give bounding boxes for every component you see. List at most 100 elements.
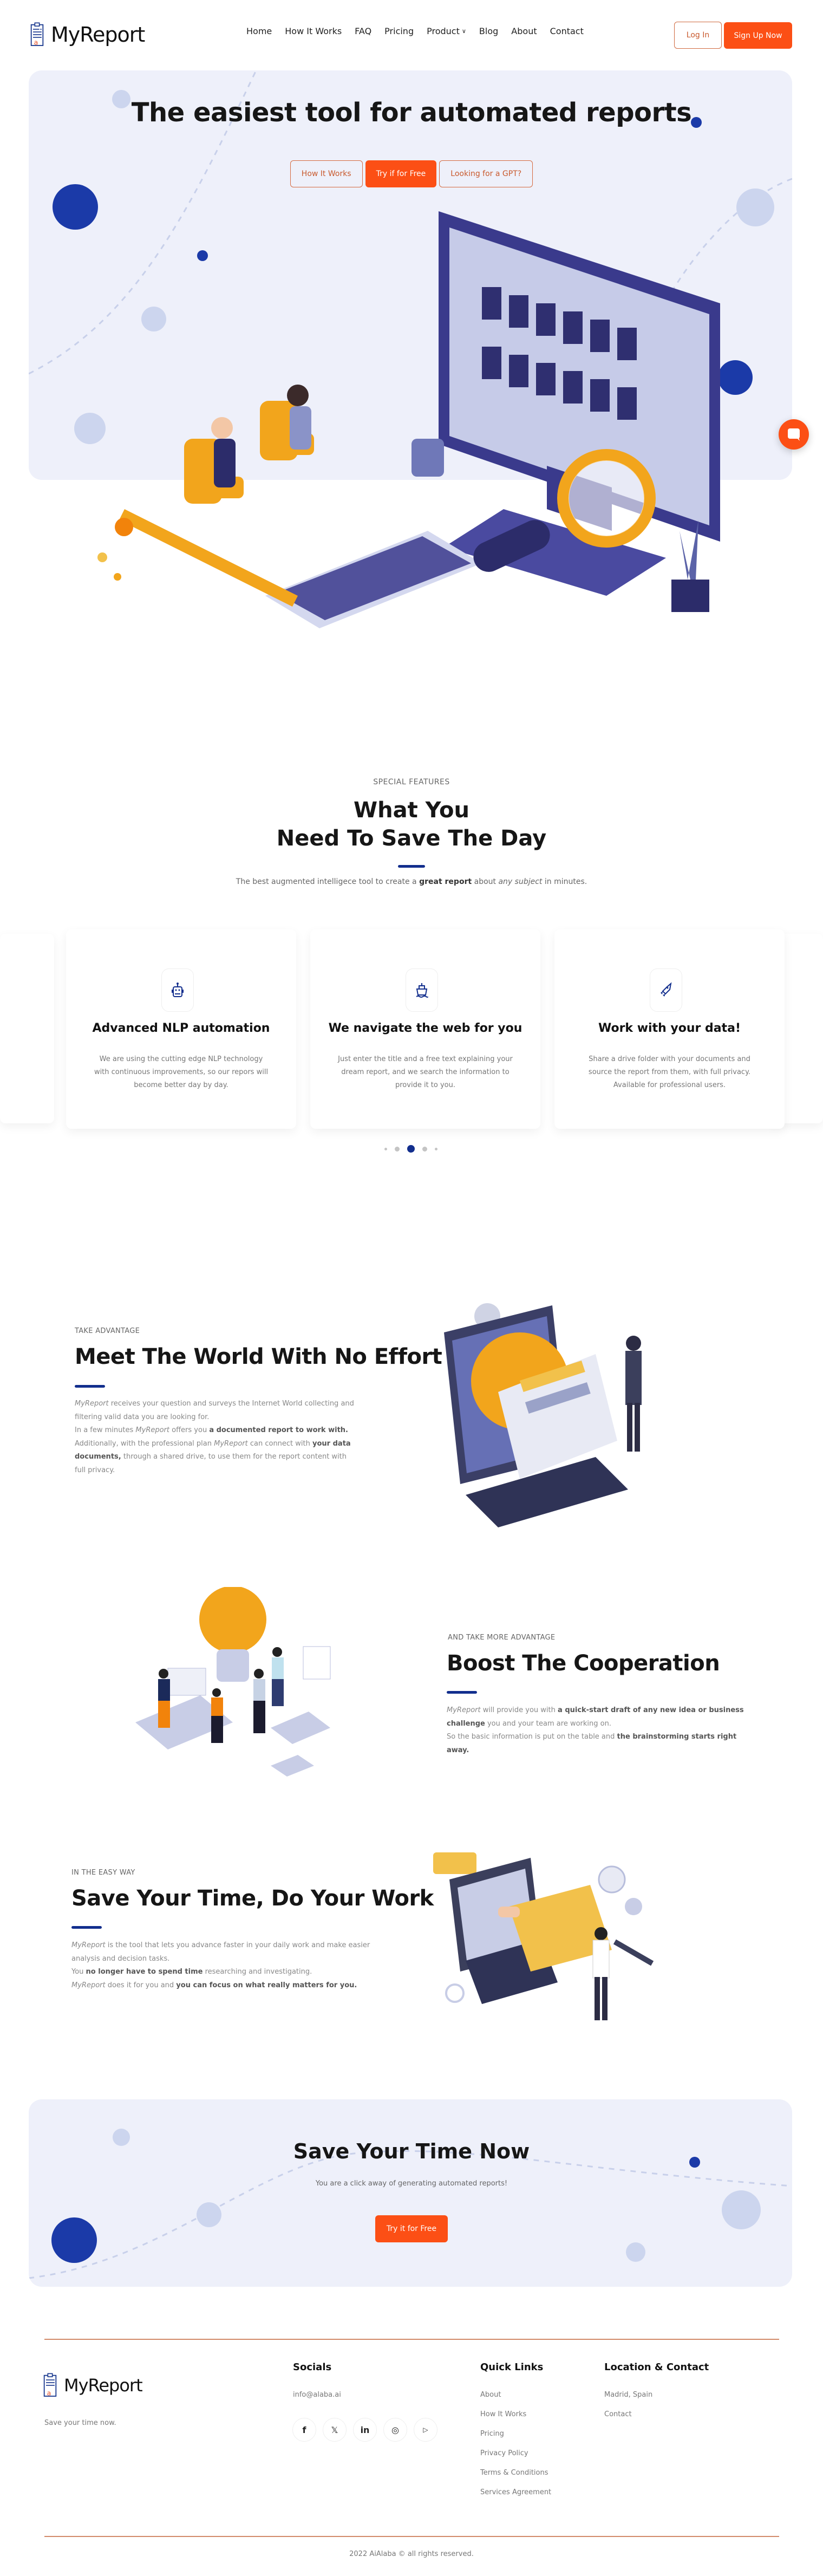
nav-product-label: Product — [427, 26, 460, 36]
decor-circle — [197, 2202, 221, 2227]
quick-links-list: About How It Works Pricing Privacy Polic… — [480, 2391, 551, 2496]
nav-how-it-works[interactable]: How It Works — [285, 26, 342, 36]
features-title-line2: Need To Save The Day — [276, 826, 547, 851]
features-eyebrow: SPECIAL FEATURES — [373, 778, 450, 786]
carousel-dot[interactable] — [435, 1147, 437, 1150]
nav-blog[interactable]: Blog — [479, 26, 498, 36]
card-title: Work with your data! — [598, 1022, 741, 1035]
footer-tagline: Save your time now. — [44, 2419, 116, 2427]
body-text: In a few minutes — [75, 1426, 136, 1434]
x-twitter-icon[interactable]: 𝕏 — [323, 2418, 347, 2442]
svg-text:a: a — [34, 38, 38, 46]
rocket-icon — [661, 982, 672, 997]
footer-email-link[interactable]: info@alaba.ai — [293, 2391, 341, 2399]
footer-link-services[interactable]: Services Agreement — [480, 2488, 551, 2496]
section3-eyebrow: IN THE EASY WAY — [71, 1869, 135, 1877]
site-header: a MyReport Home How It Works FAQ Pricing… — [0, 0, 823, 70]
chat-bubble-icon — [788, 428, 800, 441]
copyright: 2022 AiAlaba © all rights reserved. — [349, 2550, 474, 2558]
svg-text:a: a — [47, 2389, 51, 2397]
carousel-dot[interactable] — [395, 1146, 400, 1152]
footer-link-contact[interactable]: Contact — [604, 2410, 652, 2418]
section1-illustration — [444, 1303, 642, 1527]
logo-text: MyReport — [51, 23, 145, 47]
features-divider — [398, 865, 425, 868]
decor-circle — [114, 573, 121, 581]
feature-card: We navigate the web for you Just enter t… — [310, 929, 540, 1129]
footer-logo[interactable]: a MyReport — [43, 2370, 143, 2401]
footer-link-terms[interactable]: Terms & Conditions — [480, 2469, 551, 2477]
subtitle-bold: great report — [419, 877, 472, 886]
carousel-dot[interactable] — [384, 1147, 387, 1150]
nav-about[interactable]: About — [511, 26, 537, 36]
socials-heading: Socials — [293, 2362, 332, 2373]
card-description: We are using the cutting edge NLP techno… — [94, 1055, 269, 1089]
section1-eyebrow: TAKE ADVANTAGE — [75, 1327, 140, 1335]
section3-body: MyReport is the tool that lets you advan… — [71, 1939, 375, 1992]
cta-subtitle: You are a click away of generating autom… — [315, 2180, 508, 2188]
body-text: Additionally, with the professional plan — [75, 1439, 214, 1448]
section1-title: Meet The World With No Effort — [75, 1344, 442, 1369]
partial-card-left — [0, 934, 54, 1123]
footer-top-divider — [44, 2339, 779, 2340]
card-icon-box — [650, 968, 682, 1012]
feature-card: Work with your data! Share a drive folde… — [554, 929, 785, 1129]
how-it-works-button[interactable]: How It Works — [290, 160, 363, 187]
gpt-button[interactable]: Looking for a GPT? — [439, 160, 533, 187]
signup-button[interactable]: Sign Up Now — [724, 22, 792, 49]
brand-italic: MyReport — [75, 1400, 109, 1408]
carousel-dot-active[interactable] — [407, 1145, 415, 1153]
nav-contact[interactable]: Contact — [550, 26, 584, 36]
cta-try-free-button[interactable]: Try it for Free — [375, 2215, 448, 2242]
hero-illustration — [119, 211, 720, 628]
location-list: Madrid, Spain Contact — [604, 2391, 652, 2418]
decor-circle — [626, 2242, 645, 2262]
body-text: does it for you and — [105, 1981, 177, 1989]
nav-pricing[interactable]: Pricing — [384, 26, 414, 36]
cta-title: Save Your Time Now — [293, 2139, 530, 2163]
quick-links-heading: Quick Links — [480, 2362, 544, 2373]
clipboard-logo-icon: a — [43, 2373, 57, 2397]
subtitle-text: about — [472, 877, 499, 886]
nav-product[interactable]: Product ∨ — [427, 26, 466, 36]
decor-circle — [115, 518, 133, 536]
body-text: So the basic information is put on the t… — [447, 1733, 617, 1741]
hero-buttons: How It Works Try if for Free Looking for… — [0, 160, 823, 187]
footer-link-privacy[interactable]: Privacy Policy — [480, 2449, 551, 2457]
location-heading: Location & Contact — [604, 2362, 709, 2373]
section2-body: MyReport will provide you with a quick-s… — [447, 1704, 750, 1757]
card-description: Just enter the title and a free text exp… — [338, 1055, 513, 1089]
footer-logo-text: MyReport — [64, 2375, 143, 2396]
try-free-button[interactable]: Try if for Free — [365, 160, 437, 187]
facebook-icon[interactable]: f — [292, 2418, 316, 2442]
nav-home[interactable]: Home — [246, 26, 272, 36]
login-button[interactable]: Log In — [674, 22, 722, 49]
footer-link-about[interactable]: About — [480, 2391, 551, 2399]
footer-bottom-divider — [44, 2536, 779, 2537]
decor-circle — [51, 2217, 97, 2263]
section2-eyebrow: AND TAKE MORE ADVANTAGE — [448, 1634, 556, 1642]
decor-circle — [722, 2190, 761, 2229]
body-text: is the tool that lets you advance faster… — [71, 1941, 370, 1963]
section1-body: MyReport receives your question and surv… — [75, 1397, 356, 1477]
hero-title: The easiest tool for automated reports — [131, 97, 692, 128]
chat-button[interactable] — [779, 419, 809, 450]
card-icon-box — [406, 968, 438, 1012]
youtube-icon[interactable]: ▷ — [414, 2418, 437, 2442]
card-description: Share a drive folder with your documents… — [588, 1055, 751, 1089]
carousel-dot[interactable] — [422, 1146, 427, 1152]
cta-section — [29, 2099, 792, 2287]
nav-faq[interactable]: FAQ — [355, 26, 371, 36]
social-icons: f 𝕏 in ◎ ▷ — [292, 2418, 437, 2442]
clipboard-logo-icon: a — [30, 22, 44, 46]
footer-link-pricing[interactable]: Pricing — [480, 2430, 551, 2438]
footer-link-how-it-works[interactable]: How It Works — [480, 2410, 551, 2418]
body-text: You — [71, 1968, 86, 1976]
body-bold: no longer have to spend time — [86, 1968, 203, 1976]
decor-circle — [97, 552, 107, 562]
section3-illustration — [433, 1852, 654, 2020]
robot-icon — [172, 983, 184, 997]
logo[interactable]: a MyReport — [30, 19, 145, 50]
instagram-icon[interactable]: ◎ — [383, 2418, 407, 2442]
linkedin-icon[interactable]: in — [353, 2418, 377, 2442]
